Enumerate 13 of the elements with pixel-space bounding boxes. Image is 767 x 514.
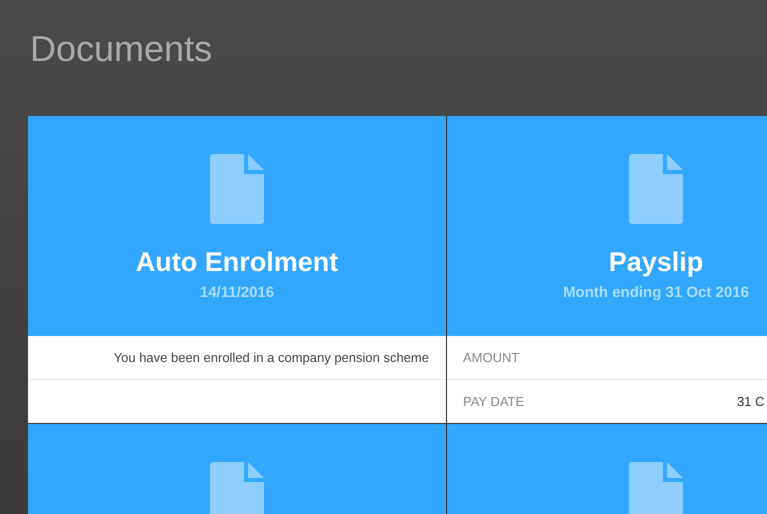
card-title: Auto Enrolment — [136, 246, 338, 278]
card-title: Payslip — [608, 246, 704, 278]
field-label: AMOUNT — [462, 348, 520, 367]
document-icon — [210, 154, 264, 224]
card-subtitle: 14/11/2016 — [200, 283, 274, 304]
card-subtitle: Month ending 31 Oct 2016 — [563, 283, 749, 304]
field-value: 31 C — [737, 392, 766, 411]
document-icon — [210, 462, 264, 514]
page-title: Documents — [29, 27, 214, 71]
description-text: You have been enrolled in a company pension scheme — [112, 348, 430, 367]
field-label: PAY DATE — [462, 392, 526, 411]
document-icon — [629, 154, 683, 224]
document-icon — [629, 462, 683, 514]
